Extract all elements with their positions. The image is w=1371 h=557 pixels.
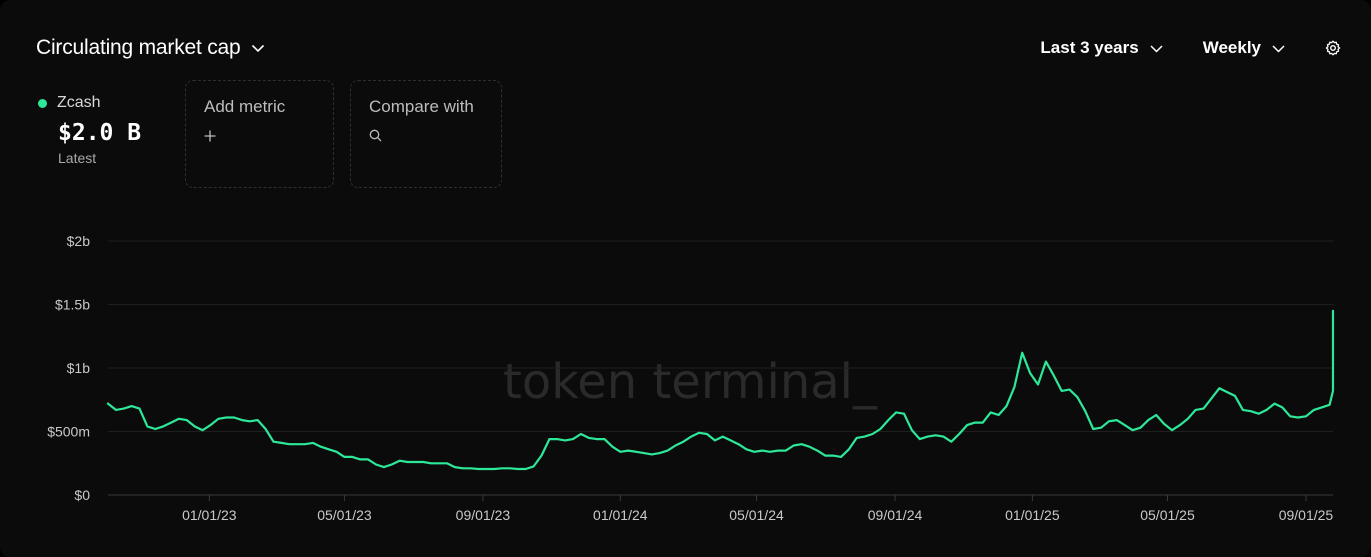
y-tick-label: $0 <box>74 487 90 503</box>
chart-title: Circulating market cap <box>36 36 241 59</box>
compare-with-button[interactable]: Compare with <box>350 80 502 188</box>
metric-value: $2.0 B <box>58 120 142 146</box>
metric-sublabel: Latest <box>58 150 97 166</box>
range-dropdown[interactable]: Last 3 years <box>1040 38 1163 58</box>
y-tick-label: $2b <box>67 233 91 249</box>
x-axis-ticks: 01/01/23 05/01/23 09/01/23 01/01/24 05/01/24… <box>182 495 1333 523</box>
add-metric-label: Add metric <box>204 97 286 116</box>
y-tick-label: $1b <box>67 360 91 376</box>
y-axis-ticks: $0 $500m $1b $1.5b $2b <box>47 233 90 503</box>
metric-selector[interactable]: Circulating market cap <box>36 36 265 60</box>
series-color-dot <box>38 98 47 108</box>
interval-label: Weekly <box>1202 38 1261 57</box>
x-tick-label: 09/01/23 <box>456 507 511 523</box>
x-tick-label: 09/01/25 <box>1279 507 1334 523</box>
plus-icon <box>204 129 315 147</box>
chevron-down-icon <box>1150 38 1163 58</box>
chevron-down-icon <box>1272 38 1285 58</box>
x-tick-label: 09/01/24 <box>868 507 923 523</box>
legend-metric: Zcash $2.0 B Latest <box>38 94 141 166</box>
gear-icon[interactable] <box>1325 40 1341 56</box>
x-tick-label: 05/01/25 <box>1140 507 1195 523</box>
x-tick-label: 05/01/24 <box>729 507 784 523</box>
interval-dropdown[interactable]: Weekly <box>1203 38 1285 58</box>
y-tick-label: $1.5b <box>55 297 90 313</box>
chart-card: token terminal_ $0 $500m $1b $1.5b $2b 01/01… <box>0 0 1371 557</box>
search-icon <box>369 129 483 147</box>
chart-controls: Last 3 years Weekly <box>1040 38 1341 58</box>
y-tick-label: $500m <box>47 424 90 440</box>
range-label: Last 3 years <box>1040 38 1139 57</box>
x-tick-label: 05/01/23 <box>317 507 372 523</box>
x-tick-label: 01/01/24 <box>593 507 648 523</box>
compare-with-label: Compare with <box>369 97 474 116</box>
x-tick-label: 01/01/23 <box>182 507 237 523</box>
chevron-down-icon <box>251 44 265 53</box>
chart-gridlines <box>108 240 1333 496</box>
watermark: token terminal_ <box>503 354 878 410</box>
x-tick-label: 01/01/25 <box>1005 507 1060 523</box>
add-metric-button[interactable]: Add metric <box>185 80 334 188</box>
metric-name: Zcash <box>57 94 101 111</box>
